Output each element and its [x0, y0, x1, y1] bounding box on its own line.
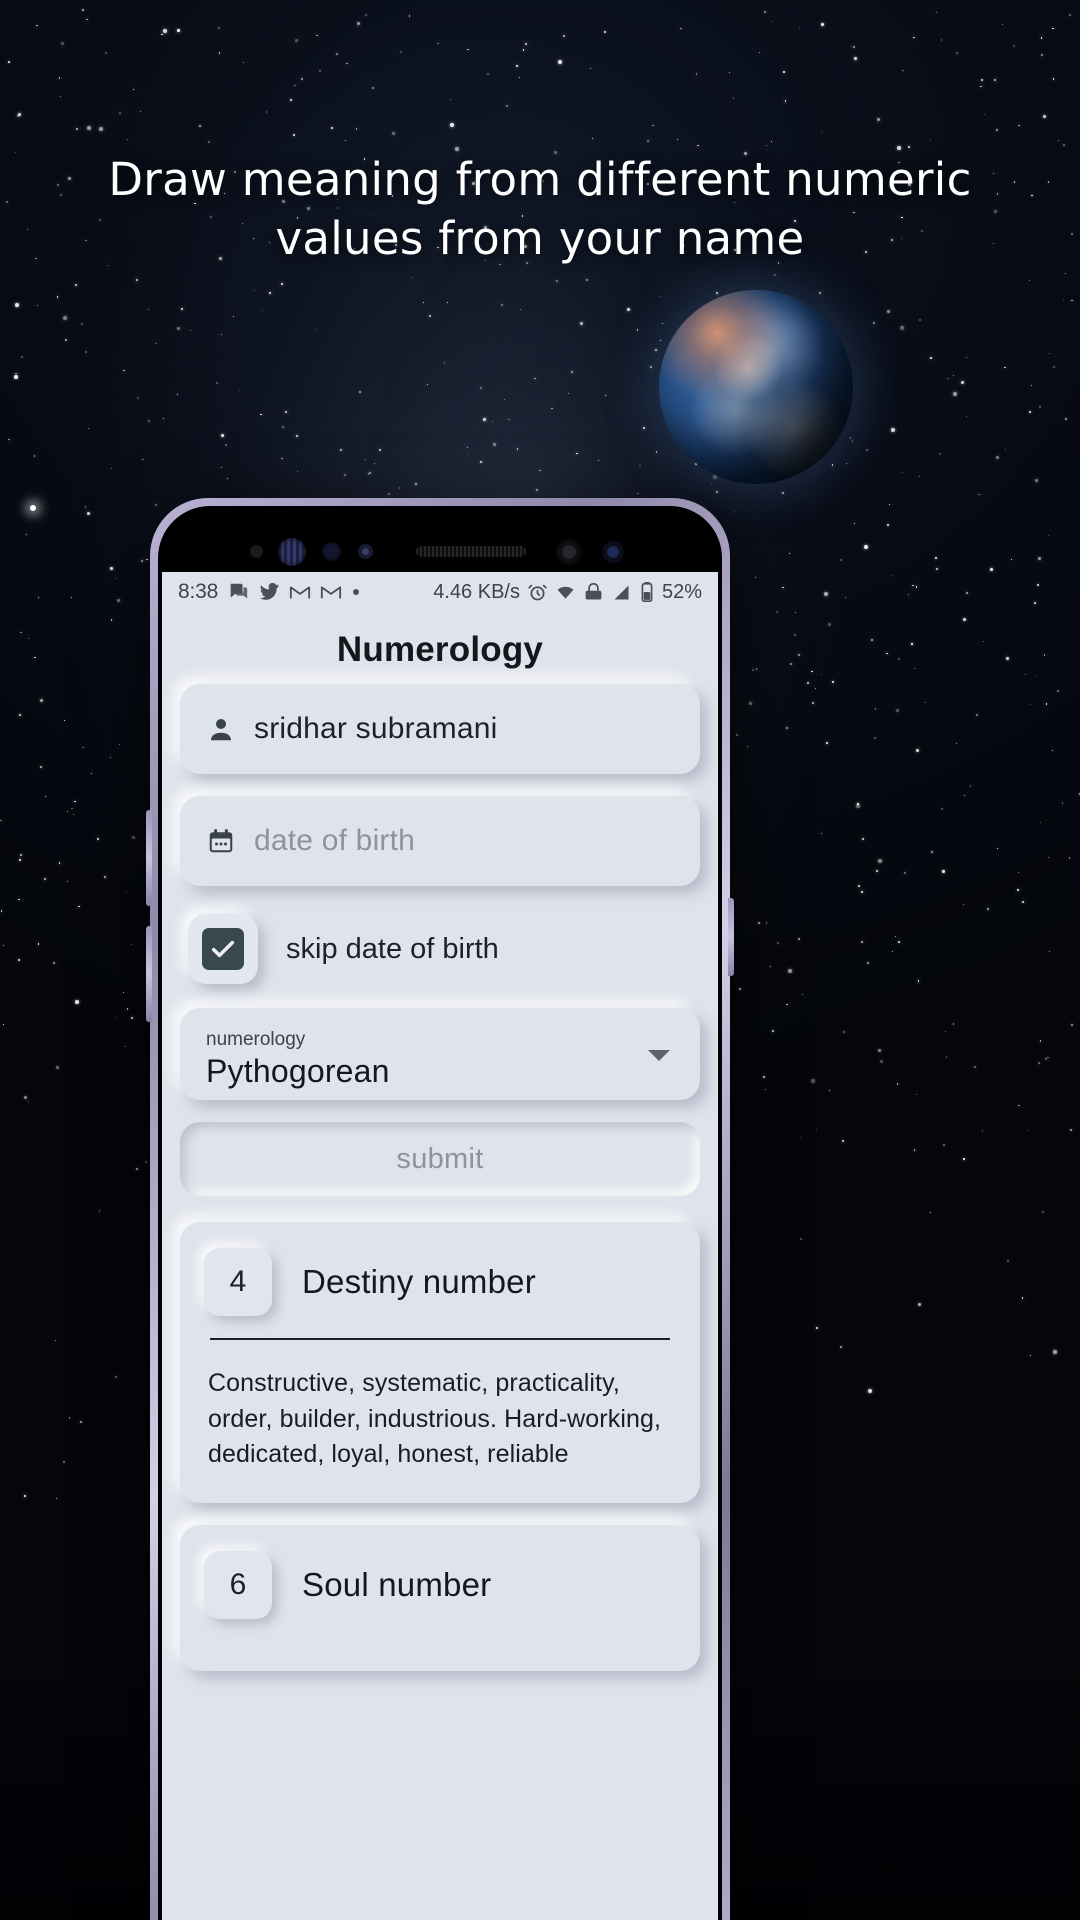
numerology-system-select[interactable]: numerology Pythogorean	[180, 1008, 700, 1100]
twitter-icon	[258, 581, 280, 603]
calendar-icon	[206, 826, 236, 856]
result-card-title: Destiny number	[302, 1263, 536, 1300]
result-number-badge: 4	[204, 1248, 272, 1316]
numerology-system-label: numerology	[206, 1028, 306, 1050]
app-content: sridhar subramani date of birth skip dat…	[162, 684, 718, 1671]
numerology-app: 8:38 4.46 KB/s 52% Numerology sridhar su…	[162, 572, 718, 1920]
skip-dob-row[interactable]: skip date of birth	[180, 908, 700, 990]
earpiece-speaker	[416, 546, 526, 557]
phone-bezel: 8:38 4.46 KB/s 52% Numerology sridhar su…	[158, 506, 722, 1920]
status-bar-left: 8:38	[178, 580, 361, 604]
page-title: Numerology	[336, 630, 544, 669]
gmail-icon	[289, 581, 311, 603]
card-divider	[210, 1338, 670, 1340]
iris-scanner-icon	[278, 538, 306, 566]
battery-icon	[639, 581, 655, 603]
dob-input[interactable]: date of birth	[180, 796, 700, 886]
status-bar-right: 4.46 KB/s 52%	[433, 581, 702, 604]
phone-top-bezel	[162, 510, 718, 572]
result-card-description: Constructive, systematic, practicality, …	[208, 1369, 662, 1468]
battery-percent-text: 52%	[661, 580, 702, 603]
earth-globe-image	[659, 290, 853, 484]
android-status-bar: 8:38 4.46 KB/s 52%	[162, 572, 718, 612]
secondary-camera-icon	[602, 541, 624, 563]
result-card-destiny: 4 Destiny number Constructive, systemati…	[180, 1222, 700, 1503]
ir-sensor-icon	[250, 545, 263, 558]
volume-down-button[interactable]	[146, 926, 152, 1022]
sensor-row	[162, 538, 718, 566]
skip-dob-checkbox[interactable]	[188, 914, 258, 984]
network-speed-text: 4.46 KB/s	[433, 580, 520, 603]
alarm-icon	[527, 582, 548, 603]
numerology-system-value: Pythogorean	[206, 1052, 390, 1089]
signal-icon	[611, 582, 632, 603]
front-camera-icon	[556, 539, 582, 565]
light-sensor-icon	[358, 544, 373, 559]
submit-button[interactable]: submit	[180, 1122, 700, 1196]
result-card-title: Soul number	[302, 1565, 492, 1603]
power-button[interactable]	[728, 898, 734, 976]
chat-bubble-icon	[227, 581, 249, 603]
volume-up-button[interactable]	[146, 810, 152, 906]
promo-headline: Draw meaning from different numeric valu…	[108, 153, 972, 266]
status-time: 8:38	[178, 580, 219, 603]
name-input-value: sridhar subramani	[254, 712, 498, 745]
dob-input-placeholder: date of birth	[254, 824, 416, 857]
result-card-header: 4 Destiny number	[204, 1248, 676, 1338]
chevron-down-icon[interactable]	[648, 1050, 670, 1061]
skip-dob-label: skip date of birth	[286, 932, 499, 965]
person-icon	[206, 714, 236, 744]
vpn-icon	[583, 582, 604, 603]
name-input[interactable]: sridhar subramani	[180, 684, 700, 774]
gmail-icon	[320, 581, 342, 603]
proximity-sensor-icon	[322, 542, 341, 561]
wifi-icon	[555, 582, 576, 603]
phone-screen: 8:38 4.46 KB/s 52% Numerology sridhar su…	[162, 510, 718, 1920]
result-number-badge: 6	[204, 1550, 272, 1619]
phone-mockup-frame: 8:38 4.46 KB/s 52% Numerology sridhar su…	[146, 498, 734, 1920]
checkbox-checked-icon	[202, 928, 244, 970]
result-card-header: 6 Soul number	[204, 1550, 676, 1641]
result-card-soul: 6 Soul number	[180, 1524, 700, 1671]
more-notifications-dot-icon	[351, 587, 361, 597]
